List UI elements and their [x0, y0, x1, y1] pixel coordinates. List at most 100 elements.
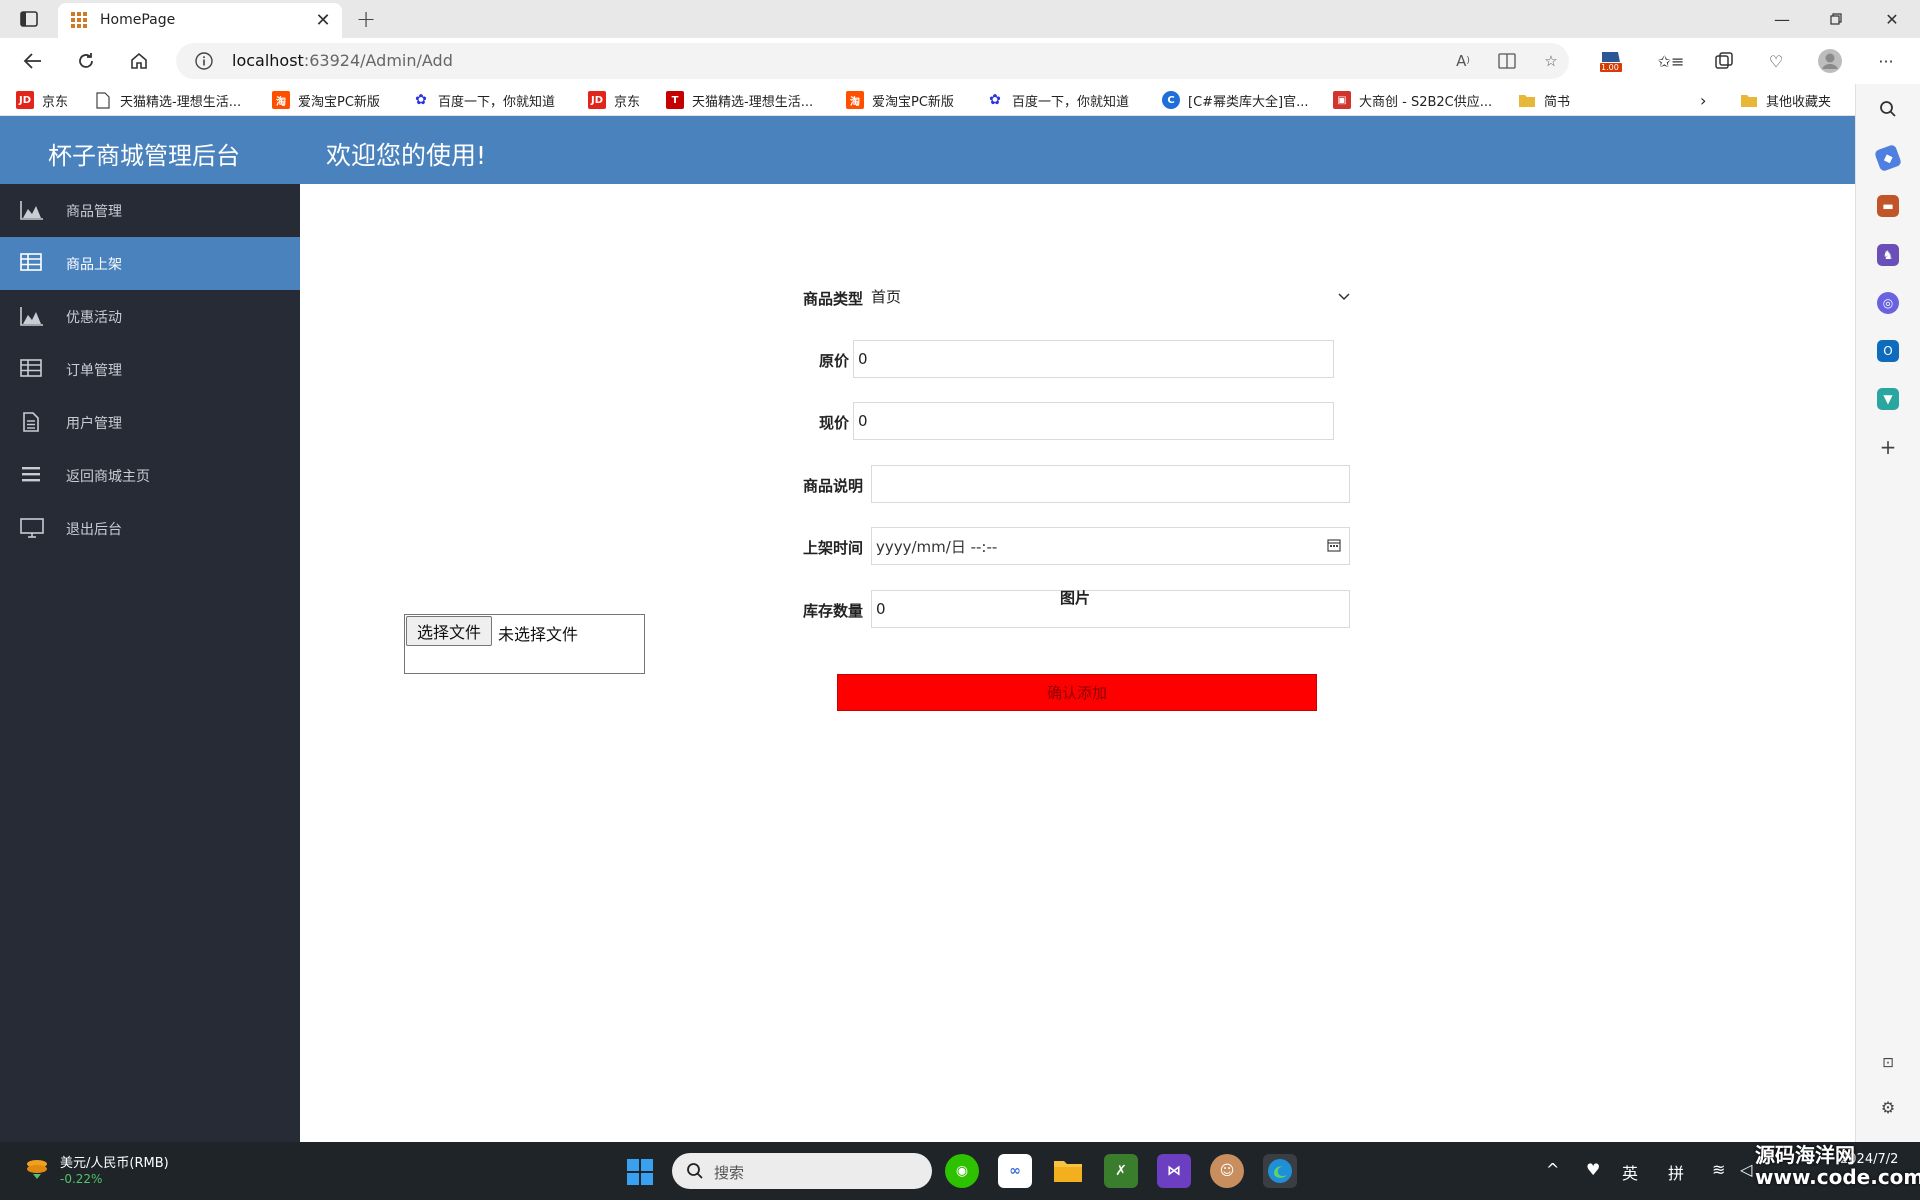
shopping-tag-icon[interactable]: ◆ [1873, 143, 1903, 173]
listing-time-placeholder: yyyy/mm/日 --:-- [876, 537, 998, 556]
sidebar-item-product-listing[interactable]: 商品上架 [0, 237, 300, 290]
tab-actions-icon[interactable] [14, 8, 44, 30]
ime-language-indicator[interactable]: 英 [1622, 1160, 1638, 1184]
category-select[interactable]: 首页 [871, 279, 1355, 313]
favorite-item-jianshu[interactable]: 简书 [1518, 90, 1570, 110]
favorite-label: 京东 [42, 94, 69, 110]
add-sidebar-app-icon[interactable]: + [1877, 435, 1899, 459]
edge-browser-icon[interactable] [1263, 1154, 1297, 1188]
browser-essentials-icon[interactable]: ♡ [1762, 47, 1790, 75]
favorite-item-aitaobao[interactable]: 淘爱淘宝PC新版 [272, 90, 380, 110]
confirm-add-button[interactable]: 确认添加 [837, 674, 1317, 711]
visual-studio-icon[interactable]: ⋈ [1157, 1154, 1191, 1188]
zoom-badge-text: 1.00 [1601, 63, 1619, 72]
tmall-icon: T [666, 91, 684, 109]
favorite-item-jd-2[interactable]: JD 京东 [588, 90, 640, 110]
close-window-icon[interactable]: ✕ [1874, 5, 1910, 33]
chevron-down-icon [1337, 287, 1351, 305]
address-bar[interactable]: localhost:63924/Admin/Add A) ☆ [176, 43, 1569, 79]
sidebar-settings-gear-icon[interactable]: ⚙ [1877, 1096, 1899, 1118]
favorite-item-baidu-2[interactable]: ✿ 百度一下，你就知道 [986, 90, 1129, 110]
browser-tab-homepage[interactable]: HomePage ✕ [58, 3, 342, 38]
taskbar-search-box[interactable]: 搜索 [672, 1153, 932, 1189]
document-icon [20, 412, 44, 432]
baidu-netdisk-icon[interactable]: ∞ [998, 1154, 1032, 1188]
games-icon[interactable]: ♞ [1877, 244, 1899, 266]
tray-app-icon[interactable]: ♥ [1586, 1160, 1600, 1179]
fx-widget-icon[interactable] [24, 1156, 50, 1182]
listing-time-label: 上架时间 [803, 539, 864, 557]
current-price-input[interactable]: 0 [853, 402, 1334, 440]
favorite-item-dashangchuang[interactable]: ▣ 大商创 - S2B2C供应... [1333, 90, 1492, 110]
image-label: 图片 [1060, 589, 1091, 607]
favorite-item-aitaobao-2[interactable]: 淘爱淘宝PC新版 [846, 90, 954, 110]
search-icon[interactable] [1877, 98, 1899, 120]
read-aloud-icon[interactable]: A) [1452, 50, 1474, 72]
site-info-icon[interactable] [194, 51, 214, 71]
listing-time-input[interactable]: yyyy/mm/日 --:-- [871, 527, 1350, 565]
url-text[interactable]: localhost:63924/Admin/Add [232, 51, 453, 70]
file-explorer-icon[interactable] [1051, 1154, 1085, 1188]
add-favorite-icon[interactable]: ☆ [1540, 50, 1562, 72]
home-icon[interactable] [124, 46, 154, 76]
stock-input[interactable]: 0 [871, 590, 1350, 628]
favorite-item-csharp[interactable]: C [C#幂类库大全]官... [1162, 90, 1309, 110]
other-favorites-folder[interactable]: 其他收藏夹 [1740, 90, 1831, 110]
favorite-label: 天猫精选-理想生活... [120, 94, 242, 110]
close-tab-icon[interactable]: ✕ [312, 9, 334, 31]
original-price-input[interactable]: 0 [853, 340, 1334, 378]
choose-file-button[interactable]: 选择文件 [406, 616, 492, 646]
folder-icon [1518, 91, 1536, 109]
sidebar-item-label: 商品管理 [66, 204, 122, 220]
more-options-icon[interactable]: ··· [1872, 47, 1900, 75]
hide-sidebar-icon[interactable]: ⊡ [1877, 1052, 1899, 1074]
favorite-item-tmall-2[interactable]: T 天猫精选-理想生活... [666, 90, 813, 110]
sidebar-item-back-to-shop[interactable]: 返回商城主页 [0, 449, 300, 502]
refresh-icon[interactable] [71, 46, 101, 76]
sql-server-icon[interactable]: ✗ [1104, 1154, 1138, 1188]
windows-start-icon[interactable] [626, 1158, 654, 1186]
list-icon [20, 465, 44, 485]
favorites-icon[interactable]: ✩≡ [1657, 47, 1685, 75]
wifi-icon[interactable]: ≋ [1712, 1160, 1725, 1179]
browser-toolbar: localhost:63924/Admin/Add A) ☆ 1.00 ✩≡ ♡… [0, 38, 1920, 84]
app-avatar-icon[interactable]: ☺ [1210, 1154, 1244, 1188]
restore-icon[interactable] [1818, 5, 1854, 33]
drop-icon[interactable]: ▼ [1877, 388, 1899, 410]
ime-mode-indicator[interactable]: 拼 [1668, 1160, 1684, 1184]
favorite-item-jd[interactable]: JD 京东 [16, 90, 68, 110]
sidebar-item-label: 退出后台 [66, 522, 122, 538]
sidebar-item-label: 商品上架 [66, 257, 122, 273]
description-label: 商品说明 [803, 477, 864, 495]
sidebar-item-product-management[interactable]: 商品管理 [0, 184, 300, 237]
sidebar-item-orders[interactable]: 订单管理 [0, 343, 300, 396]
split-screen-icon[interactable] [1496, 50, 1518, 72]
welcome-message: 欢迎您的使用! [326, 141, 487, 170]
calendar-icon[interactable] [1327, 538, 1341, 556]
fx-title[interactable]: 美元/人民币(RMB) [60, 1152, 169, 1171]
new-tab-icon[interactable]: + [352, 5, 380, 33]
sidebar-item-label: 订单管理 [66, 363, 122, 379]
other-favorites-label: 其他收藏夹 [1766, 94, 1832, 110]
tray-overflow-chevron-icon[interactable]: ^ [1546, 1160, 1559, 1179]
tools-briefcase-icon[interactable]: ▬ [1877, 195, 1899, 217]
outlook-icon[interactable]: O [1877, 340, 1899, 362]
description-input[interactable] [871, 465, 1350, 503]
sidebar-item-promotions[interactable]: 优惠活动 [0, 290, 300, 343]
zoom-badge-icon[interactable]: 1.00 [1597, 47, 1625, 75]
favorite-item-baidu[interactable]: ✿ 百度一下，你就知道 [412, 90, 555, 110]
favorites-overflow-chevron-icon[interactable]: › [1700, 90, 1706, 110]
m365-icon[interactable]: ◎ [1877, 292, 1899, 314]
image-file-input[interactable]: 选择文件 未选择文件 [404, 614, 645, 674]
site-logo[interactable]: 杯子商城管理后台 [48, 136, 240, 171]
favorite-item-tmall[interactable]: 天猫精选-理想生活... [94, 90, 241, 110]
profile-avatar-icon[interactable] [1816, 47, 1844, 75]
collections-icon[interactable] [1710, 47, 1738, 75]
back-icon[interactable] [18, 46, 48, 76]
sidebar-item-users[interactable]: 用户管理 [0, 396, 300, 449]
wechat-icon[interactable]: ◉ [945, 1154, 979, 1188]
sidebar-item-logout[interactable]: 退出后台 [0, 502, 300, 555]
box-icon: ▣ [1333, 91, 1351, 109]
minimize-icon[interactable]: — [1764, 5, 1800, 33]
volume-icon[interactable]: ◁ [1740, 1160, 1752, 1179]
